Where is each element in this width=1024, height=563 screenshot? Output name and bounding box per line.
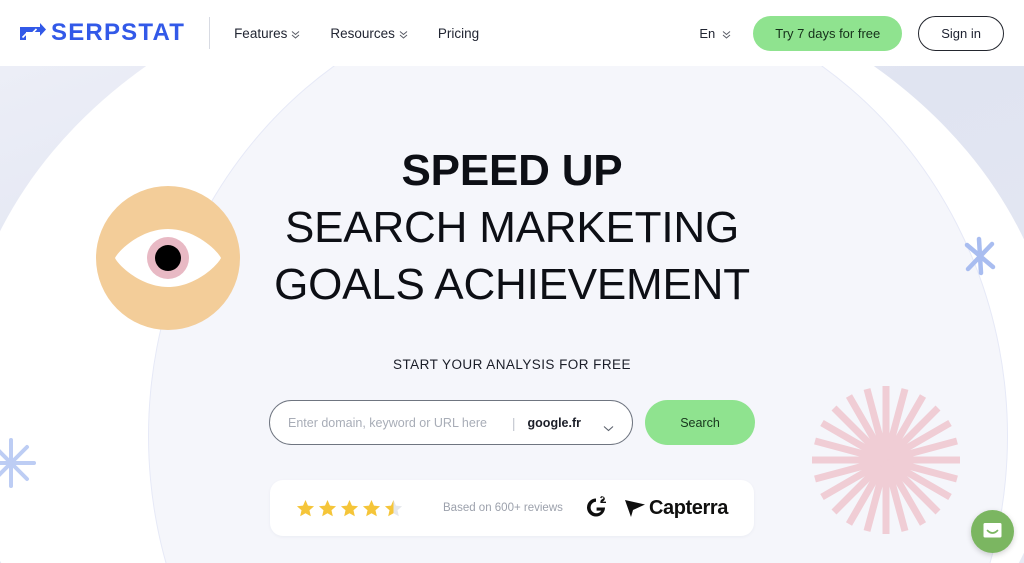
g2-logo-icon[interactable] [583,495,610,522]
sign-in-button[interactable]: Sign in [918,15,1004,51]
header-actions: En Try 7 days for free Sign in [699,15,1004,51]
language-selector[interactable]: En [699,26,731,41]
headline-line-2: SEARCH MARKETING [285,203,739,252]
chevron-down-icon [291,28,300,39]
hero-section: SPEED UP SEARCH MARKETING GOALS ACHIEVEM… [0,66,1024,563]
serpstat-chart-arrow-icon [20,23,46,43]
star-icon [362,499,381,518]
capterra-arrow-icon [624,498,646,518]
search-separator: | [511,414,516,431]
main-nav: Features Resources Pricing [234,26,479,41]
nav-item-pricing[interactable]: Pricing [438,26,479,41]
chevron-down-icon [722,28,731,39]
chevron-down-icon[interactable] [603,419,614,432]
reviews-card: Based on 600+ reviews Capterra [270,480,754,536]
hero-content: SPEED UP SEARCH MARKETING GOALS ACHIEVEM… [0,66,1024,563]
logo[interactable]: SERPSTAT [20,21,185,45]
nav-item-resources-label: Resources [330,25,395,41]
nav-item-features[interactable]: Features [234,26,300,41]
review-badges: Capterra [583,495,728,522]
try-free-button[interactable]: Try 7 days for free [753,15,903,51]
capterra-logo[interactable]: Capterra [624,497,728,520]
star-icon [340,499,359,518]
language-label: En [699,25,716,41]
nav-item-features-label: Features [234,25,288,41]
star-icon [296,499,315,518]
header-divider [209,17,211,49]
headline-line-3: GOALS ACHIEVEMENT [274,260,750,309]
chat-message-icon [982,521,1003,542]
nav-item-pricing-label: Pricing [437,25,480,41]
search-button[interactable]: Search [645,400,755,445]
logo-text: SERPSTAT [51,19,186,46]
search-box[interactable]: | google.fr [269,400,633,445]
chat-launcher-button[interactable] [971,510,1014,553]
search-row: | google.fr Search [269,400,755,445]
hero-subtitle: START YOUR ANALYSIS FOR FREE [393,357,631,372]
reviews-count-label: Based on 600+ reviews [443,502,563,514]
star-rating [296,499,403,518]
search-input[interactable] [288,415,508,430]
page-title: SPEED UP SEARCH MARKETING GOALS ACHIEVEM… [274,142,750,313]
headline-line-1: SPEED UP [401,146,623,195]
search-engine-value[interactable]: google.fr [528,416,581,430]
chevron-down-icon [399,28,408,39]
capterra-label: Capterra [648,496,728,519]
star-half-icon [384,499,403,518]
nav-item-resources[interactable]: Resources [330,26,408,41]
site-header: SERPSTAT Features Resources Pricing En T… [0,0,1024,66]
star-icon [318,499,337,518]
